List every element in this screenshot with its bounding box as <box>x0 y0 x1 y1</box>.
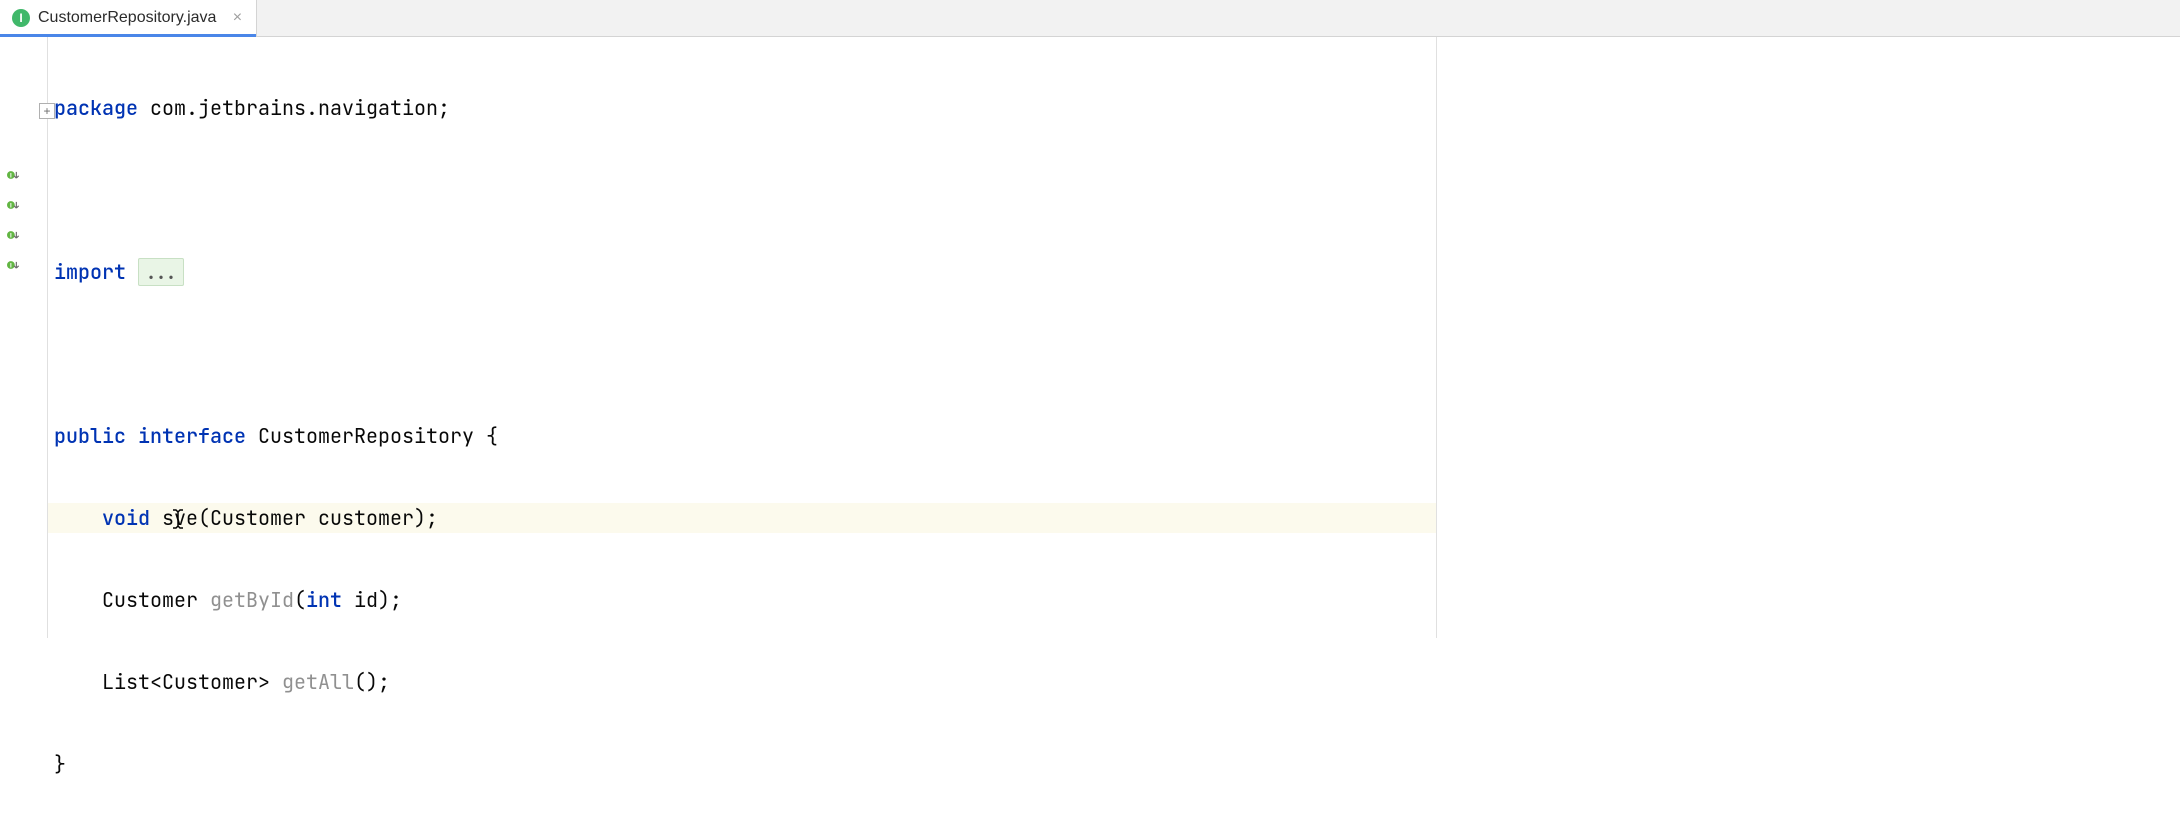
method-save-pre: s <box>150 505 174 531</box>
editor-area: + I I I <box>0 37 2180 638</box>
keyword-package: package <box>54 95 138 121</box>
code-line-current: void sve(Customer customer); <box>48 503 1436 533</box>
code-line <box>48 339 1436 369</box>
save-params: (Customer customer); <box>198 505 438 531</box>
file-tab[interactable]: I CustomerRepository.java × <box>0 0 257 36</box>
code-line: public interface CustomerRepository { <box>48 421 1436 451</box>
implementations-icon[interactable]: I <box>4 255 24 275</box>
package-name: com.jetbrains.navigation; <box>138 95 450 121</box>
code-line <box>48 175 1436 205</box>
type-customer: Customer <box>102 587 210 613</box>
implementations-icon[interactable]: I <box>4 225 24 245</box>
folded-region[interactable]: ... <box>138 258 184 286</box>
close-brace: } <box>54 751 66 777</box>
keyword-import: import <box>54 259 126 285</box>
interface-name: CustomerRepository { <box>246 423 498 449</box>
code-line: List<Customer> getAll(); <box>48 667 1436 697</box>
keyword-void: void <box>102 505 150 531</box>
code-line: Customer getById(int id); <box>48 585 1436 615</box>
method-getall: getAll <box>282 669 354 695</box>
svg-text:I: I <box>10 202 12 209</box>
tab-bar: I CustomerRepository.java × <box>0 0 2180 37</box>
gutter: + I I I <box>0 37 48 638</box>
type-list: List<Customer> <box>102 669 282 695</box>
code-line: import ... <box>48 257 1436 287</box>
method-save-post: ve <box>174 505 198 531</box>
keyword-interface: interface <box>138 423 246 449</box>
code-editor[interactable]: package com.jetbrains.navigation; import… <box>48 37 1437 638</box>
keyword-public: public <box>54 423 138 449</box>
svg-text:I: I <box>10 232 12 239</box>
code-line: } <box>48 749 1436 779</box>
getall-rest: (); <box>354 669 390 695</box>
implementations-icon[interactable]: I <box>4 165 24 185</box>
close-icon[interactable]: × <box>230 9 244 27</box>
interface-icon: I <box>12 9 30 27</box>
implementations-icon[interactable]: I <box>4 195 24 215</box>
svg-text:I: I <box>10 262 12 269</box>
tab-filename: CustomerRepository.java <box>38 9 216 27</box>
code-line: package com.jetbrains.navigation; <box>48 93 1436 123</box>
paren-open: ( <box>294 587 306 613</box>
keyword-int: int <box>306 587 342 613</box>
getbyid-rest: id); <box>342 587 402 613</box>
svg-text:I: I <box>10 172 12 179</box>
method-getbyid: getById <box>210 587 294 613</box>
right-panel <box>1437 37 2180 638</box>
